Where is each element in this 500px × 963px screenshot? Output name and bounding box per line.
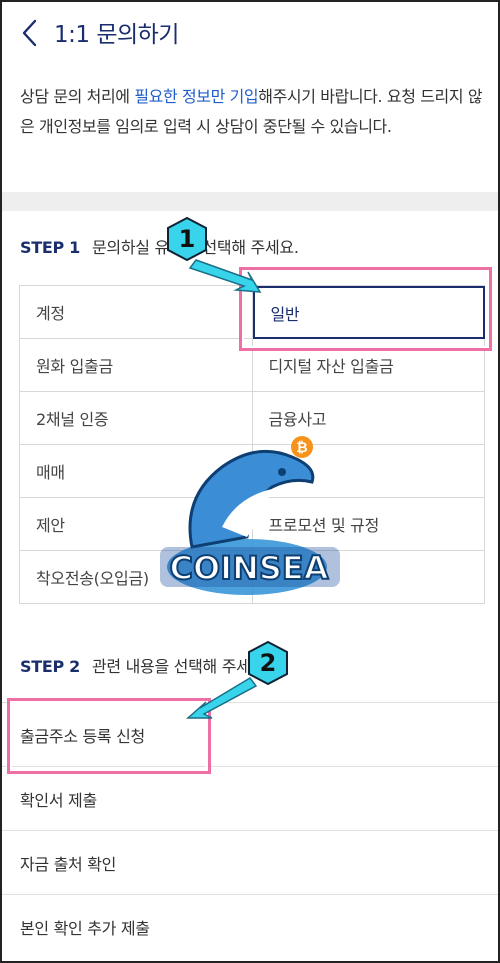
- coinsea-watermark-logo: ₿ COINSEA: [160, 436, 340, 595]
- svg-text:₿: ₿: [296, 440, 307, 456]
- back-button[interactable]: [16, 16, 46, 50]
- chevron-left-icon: [22, 19, 37, 47]
- callout-arrow-1: 1: [167, 216, 262, 293]
- page-title: 1:1 문의하기: [54, 22, 179, 48]
- notice-text: 상담 문의 처리에 필요한 정보만 기입해주시기 바랍니다. 요청 드리지 않은…: [20, 82, 486, 142]
- step2-label: STEP 2: [20, 657, 80, 676]
- step1-label: STEP 1: [20, 238, 80, 257]
- callout-arrow-2: 2: [186, 640, 288, 719]
- callout-number-1: 1: [179, 225, 196, 253]
- watermark-text: COINSEA: [169, 549, 328, 587]
- category-krw-deposit[interactable]: 원화 입출금: [20, 339, 253, 392]
- app-frame: 1:1 문의하기 상담 문의 처리에 필요한 정보만 기입해주시기 바랍니다. …: [0, 0, 500, 963]
- header: 1:1 문의하기: [2, 2, 498, 64]
- section-divider: [2, 192, 498, 211]
- callout-number-2: 2: [260, 649, 277, 677]
- list-item-fund-source[interactable]: 자금 출처 확인: [2, 830, 498, 894]
- list-item-extra-identity[interactable]: 본인 확인 추가 제출: [2, 894, 498, 958]
- notice-part1: 상담 문의 처리에: [20, 87, 135, 106]
- list-item-certificate[interactable]: 확인서 제출: [2, 766, 498, 830]
- notice-highlight: 필요한 정보만 기입: [134, 87, 259, 106]
